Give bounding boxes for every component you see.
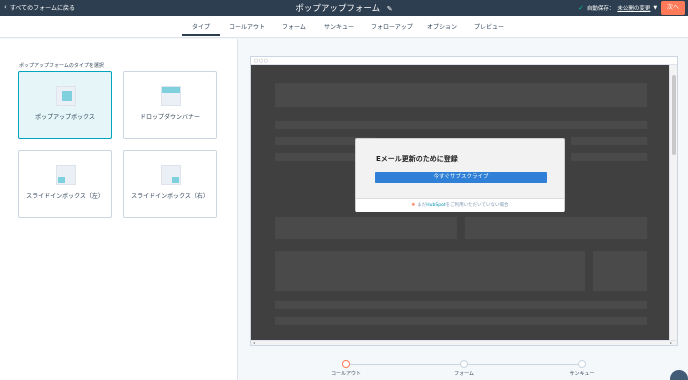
step-form[interactable] [460, 360, 468, 368]
type-card-label: スライドインボックス（左） [26, 193, 104, 200]
check-icon: ✓ [578, 4, 584, 12]
caret-down-icon[interactable]: ▼ [653, 5, 657, 11]
tab-type[interactable]: タイプ [192, 22, 210, 31]
vertical-scrollbar[interactable] [669, 65, 677, 340]
placeholder-block [571, 153, 647, 161]
placeholder-block [275, 121, 647, 129]
popup-box-icon [56, 86, 76, 106]
tab-followup[interactable]: フォローアップ [371, 22, 413, 31]
scroll-right-icon[interactable]: ▸ [670, 340, 672, 345]
subscribe-button[interactable]: 今すぐサブスクライブ [375, 172, 547, 183]
unpublished-changes-link[interactable]: 未公開の変更 [617, 4, 650, 12]
placeholder-block [465, 217, 647, 239]
step-thankyou[interactable] [578, 360, 586, 368]
type-select-label: ポップアップフォームのタイプを選択 [19, 63, 104, 69]
placeholder-block [275, 317, 647, 325]
window-dots-icon: ○○○ [254, 58, 269, 64]
horizontal-scrollbar[interactable]: ◂ ▸ [251, 340, 677, 345]
type-card-slide-in-right[interactable]: スライドインボックス（右） [123, 150, 217, 218]
placeholder-block [275, 251, 585, 291]
pencil-icon[interactable]: ✎ [387, 5, 393, 13]
type-card-dropdown-banner[interactable]: ドロップダウンバナー [123, 71, 217, 139]
slide-in-left-icon [56, 165, 76, 185]
autosave-label: 自動保存： [586, 6, 615, 12]
step-callout[interactable] [342, 360, 350, 368]
hubspot-sprocket-icon: ✺ [411, 203, 416, 208]
placeholder-block [571, 137, 647, 145]
type-card-popup-box[interactable]: ポップアップボックス [18, 71, 112, 139]
tab-preview[interactable]: プレビュー [474, 22, 504, 31]
hubspot-link[interactable]: HubSpot [426, 203, 445, 208]
footer-suffix: をご利用いただいていない場合 [445, 203, 509, 208]
scrollbar-thumb[interactable] [672, 75, 676, 155]
dropdown-banner-icon [161, 86, 181, 106]
placeholder-block [275, 83, 647, 107]
footer-prefix: まだ [417, 203, 427, 208]
autosave-status: ✓ 自動保存： 未公開の変更 ▼ [578, 4, 657, 12]
step-label-form: フォーム [454, 371, 474, 377]
popup-preview-modal: Eメール更新のために登録 今すぐサブスクライブ ✺ まだHubSpotをご利用いた… [355, 138, 565, 212]
scroll-left-icon[interactable]: ◂ [253, 340, 255, 345]
next-button[interactable]: 次へ [661, 1, 685, 15]
chat-launcher-icon[interactable] [670, 370, 688, 380]
type-card-label: ドロップダウンバナー [139, 114, 200, 121]
tab-options[interactable]: オプション [427, 22, 457, 31]
slide-in-right-icon [161, 165, 181, 185]
tab-callout[interactable]: コールアウト [229, 22, 265, 31]
top-bar: ‹ すべてのフォームに戻る ポップアップフォーム ✎ ✓ 自動保存： 未公開の変… [0, 0, 688, 16]
placeholder-block [275, 301, 647, 309]
tab-form[interactable]: フォーム [282, 22, 306, 31]
tab-bar: タイプ コールアウト フォーム サンキュー フォローアップ オプション プレビュ… [0, 16, 688, 38]
type-card-label: ポップアップボックス [35, 114, 95, 121]
type-card-slide-in-left[interactable]: スライドインボックス（左） [18, 150, 112, 218]
step-label-thankyou: サンキュー [569, 371, 595, 377]
page-title-text[interactable]: ポップアップフォーム [295, 4, 380, 14]
placeholder-block [275, 217, 457, 239]
modal-title: Eメール更新のために登録 [376, 155, 458, 163]
type-card-label: スライドインボックス（右） [131, 193, 209, 200]
placeholder-block [593, 251, 647, 291]
active-tab-indicator [182, 34, 220, 36]
modal-footer: ✺ まだHubSpotをご利用いただいていない場合 [356, 198, 564, 212]
step-label-callout: コールアウト [330, 371, 361, 377]
browser-bar: ○○○ [251, 57, 677, 65]
tab-thankyou[interactable]: サンキュー [324, 22, 354, 31]
